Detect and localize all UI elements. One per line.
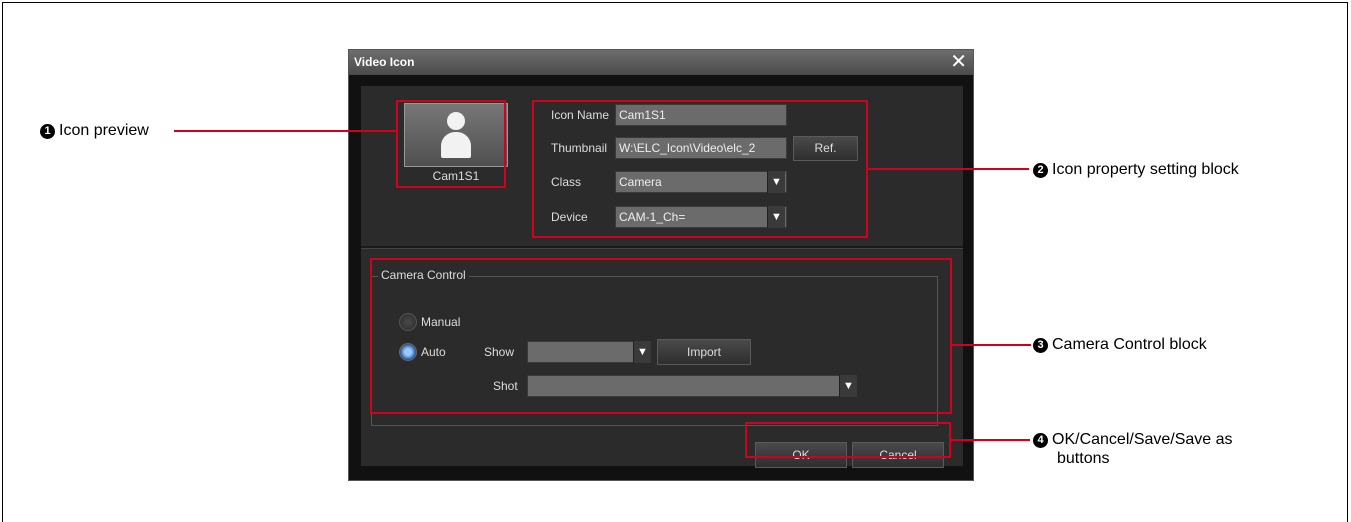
callout-number: 2	[1033, 163, 1048, 178]
highlight-property-block	[532, 100, 868, 238]
callout-camera-control: 3 Camera Control block	[1033, 335, 1207, 354]
close-icon[interactable]: ✕	[950, 51, 967, 73]
leader-line-3	[951, 344, 1031, 346]
dialog-title: Video Icon	[354, 55, 415, 69]
callout-buttons: 4 OK/Cancel/Save/Save as buttons	[1033, 430, 1233, 468]
callout-icon-preview: 1 Icon preview	[40, 121, 149, 140]
callout-text: Icon property setting block	[1052, 161, 1239, 178]
callout-text: Icon preview	[59, 122, 149, 139]
callout-text-line2: buttons	[1057, 450, 1110, 467]
leader-line-1	[174, 130, 397, 132]
highlight-icon-preview	[396, 100, 506, 188]
callout-number: 1	[40, 124, 55, 139]
divider	[361, 246, 963, 249]
leader-line-2	[867, 168, 1029, 170]
callout-text: OK/Cancel/Save/Save as	[1052, 431, 1233, 448]
leader-line-4	[950, 439, 1030, 441]
highlight-buttons	[745, 422, 951, 458]
callout-number: 3	[1033, 338, 1048, 353]
callout-number: 4	[1033, 433, 1048, 448]
highlight-camera-control	[370, 258, 952, 414]
callout-text: Camera Control block	[1052, 336, 1207, 353]
dialog-titlebar[interactable]: Video Icon ✕	[349, 50, 973, 75]
callout-property-block: 2 Icon property setting block	[1033, 160, 1239, 179]
